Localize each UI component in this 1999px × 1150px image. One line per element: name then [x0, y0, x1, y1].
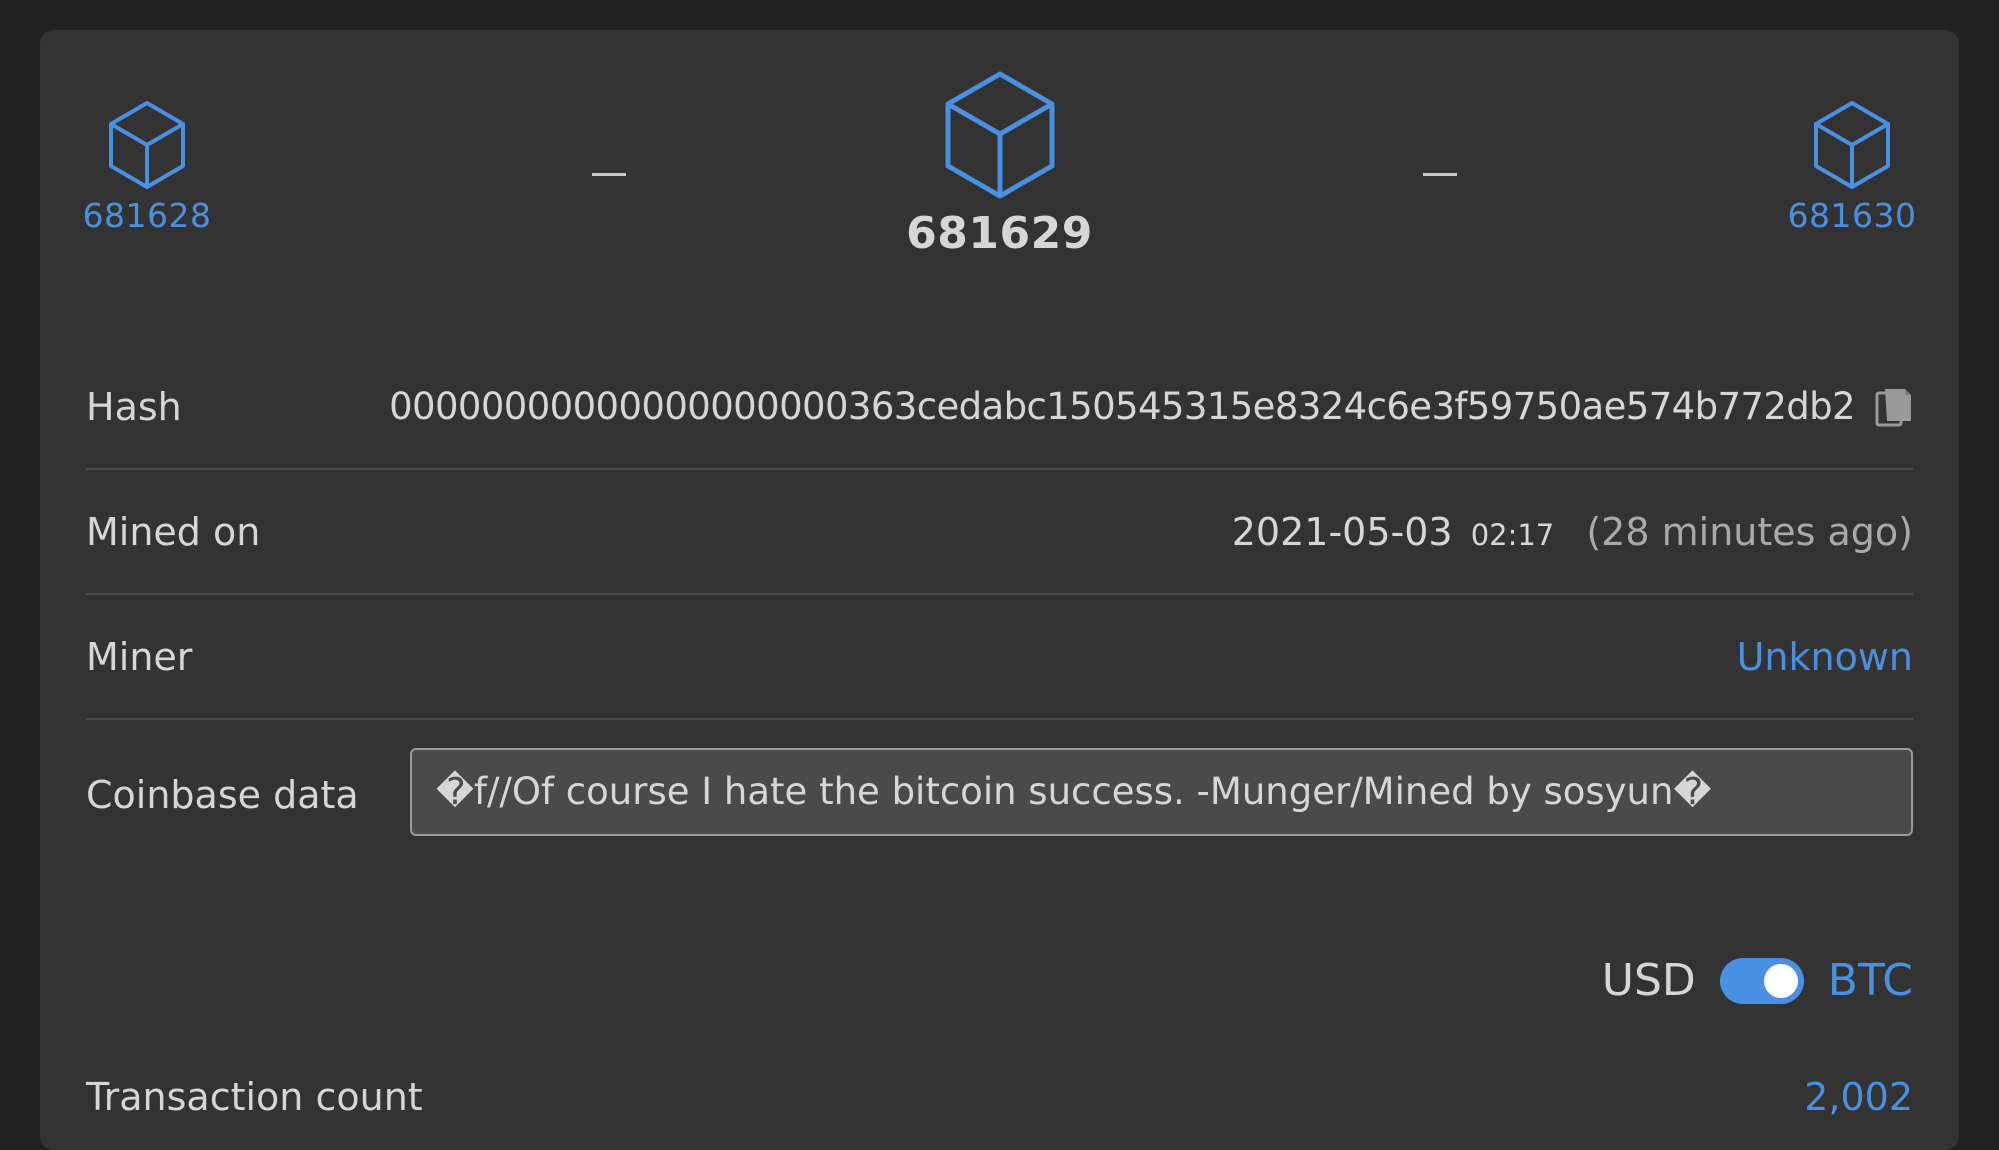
transaction-count-value[interactable]: 2,002: [1804, 1075, 1913, 1119]
cube-icon: [109, 101, 185, 189]
coinbase-label: Coinbase data: [86, 773, 359, 817]
cube-icon: [945, 71, 1054, 199]
separator-dash-left: [592, 173, 626, 176]
block-details-card: 681628 681629 681630 Hash 00000000000000…: [40, 30, 1959, 1150]
mined-relative-time: (28 minutes ago): [1586, 509, 1913, 554]
hash-row: Hash 00000000000000000000363cedabc150545…: [86, 345, 1913, 470]
mined-time: 02:17: [1470, 517, 1555, 552]
coinbase-data-field[interactable]: �f//Of course I hate the bitcoin success…: [410, 748, 1913, 836]
hash-label: Hash: [86, 384, 182, 429]
switch-knob: [1763, 963, 1798, 998]
hash-value: 00000000000000000000363cedabc150545315e8…: [389, 385, 1856, 428]
coinbase-row: Coinbase data �f//Of course I hate the b…: [86, 720, 1913, 870]
mined-on-value: 2021-05-03 02:17 (28 minutes ago): [1232, 510, 1913, 554]
next-block-number[interactable]: 681630: [1787, 196, 1917, 235]
separator-dash-right: [1423, 173, 1457, 176]
copy-icon[interactable]: [1875, 385, 1913, 429]
current-block: 681629: [900, 70, 1100, 259]
cube-icon: [1814, 101, 1890, 189]
block-navigator: 681628 681629 681630: [83, 30, 1916, 290]
mined-on-label: Mined on: [86, 509, 261, 554]
currency-btc-label[interactable]: BTC: [1828, 955, 1913, 1006]
currency-switch[interactable]: [1719, 957, 1804, 1004]
mined-on-row: Mined on 2021-05-03 02:17 (28 minutes ag…: [86, 470, 1913, 595]
card-content: 681628 681629 681630 Hash 00000000000000…: [83, 30, 1916, 1150]
previous-block-number[interactable]: 681628: [82, 196, 212, 235]
miner-row: Miner Unknown: [86, 595, 1913, 720]
transaction-count-row: Transaction count 2,002: [86, 1065, 1913, 1135]
next-block-link[interactable]: 681630: [1787, 100, 1917, 235]
hash-value-group: 00000000000000000000363cedabc150545315e8…: [389, 385, 1913, 429]
currency-usd-label[interactable]: USD: [1602, 955, 1696, 1006]
previous-block-link[interactable]: 681628: [82, 100, 212, 235]
current-block-number: 681629: [906, 208, 1093, 259]
miner-label: Miner: [86, 634, 193, 679]
miner-link[interactable]: Unknown: [1737, 635, 1913, 679]
mined-date: 2021-05-03: [1231, 509, 1453, 554]
currency-toggle: USD BTC: [1602, 955, 1913, 1006]
transaction-count-label: Transaction count: [86, 1075, 423, 1119]
